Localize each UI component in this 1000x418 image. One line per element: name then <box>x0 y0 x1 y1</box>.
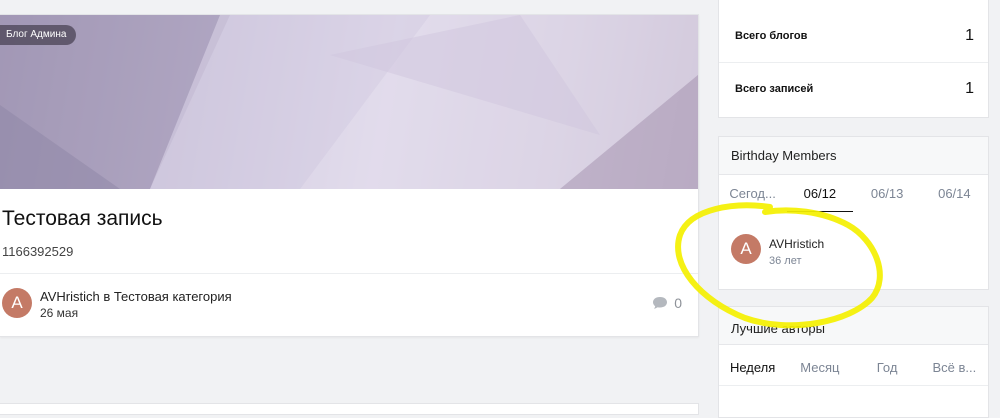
tab-06-14[interactable]: 06/14 <box>921 186 988 201</box>
stat-value: 1 <box>965 27 974 44</box>
post-title[interactable]: Тестовая запись <box>2 207 163 231</box>
blog-tag-badge[interactable]: Блог Админа <box>0 25 77 45</box>
post-date: 26 мая <box>40 306 79 320</box>
widget-title: Birthday Members <box>731 148 837 163</box>
post-cover-image[interactable]: Блог Админа <box>0 15 698 189</box>
comment-count-value: 0 <box>674 295 682 311</box>
comment-bubble-icon <box>652 296 668 310</box>
tab-week[interactable]: Неделя <box>719 360 786 375</box>
stat-label: Всего записей <box>735 83 814 95</box>
stat-row-entries: Всего записей 1 <box>735 79 974 99</box>
tab-month[interactable]: Месяц <box>786 360 853 375</box>
tab-06-12[interactable]: 06/12 <box>786 186 853 201</box>
comment-count[interactable]: 0 <box>652 295 682 311</box>
blog-post-card[interactable]: Блог Админа Тестовая запись 1166392529 A… <box>0 14 699 337</box>
top-authors-widget: Лучшие авторы Неделя Месяц Год Всё в... <box>718 306 989 418</box>
birthday-members-widget: Birthday Members Сегод... 06/12 06/13 06… <box>718 136 989 290</box>
cover-polygon-pattern <box>0 15 698 189</box>
next-post-card <box>0 403 699 415</box>
stat-row-blogs: Всего блогов 1 <box>735 26 974 46</box>
member-age: 36 лет <box>769 255 802 267</box>
widget-title: Лучшие авторы <box>731 321 825 336</box>
card-divider <box>0 273 698 274</box>
tabs-divider <box>719 385 988 386</box>
avatar[interactable]: A <box>731 234 761 264</box>
tab-all-time[interactable]: Всё в... <box>921 360 988 375</box>
stat-value: 1 <box>965 80 974 97</box>
post-excerpt: 1166392529 <box>2 244 74 259</box>
stat-label: Всего блогов <box>735 30 808 42</box>
tab-year[interactable]: Год <box>854 360 921 375</box>
tab-today[interactable]: Сегод... <box>719 186 786 201</box>
member-name[interactable]: AVHristich <box>769 237 824 251</box>
avatar[interactable]: A <box>2 288 32 318</box>
active-tab-indicator <box>787 211 853 212</box>
top-authors-period-tabs: Неделя Месяц Год Всё в... <box>719 360 988 375</box>
tab-06-13[interactable]: 06/13 <box>854 186 921 201</box>
birthday-date-tabs: Сегод... 06/12 06/13 06/14 <box>719 186 988 201</box>
stat-divider <box>719 62 988 63</box>
post-author-category[interactable]: AVHristich в Тестовая категория <box>40 289 232 304</box>
blog-stats-widget: Всего блогов 1 Всего записей 1 <box>718 0 989 118</box>
